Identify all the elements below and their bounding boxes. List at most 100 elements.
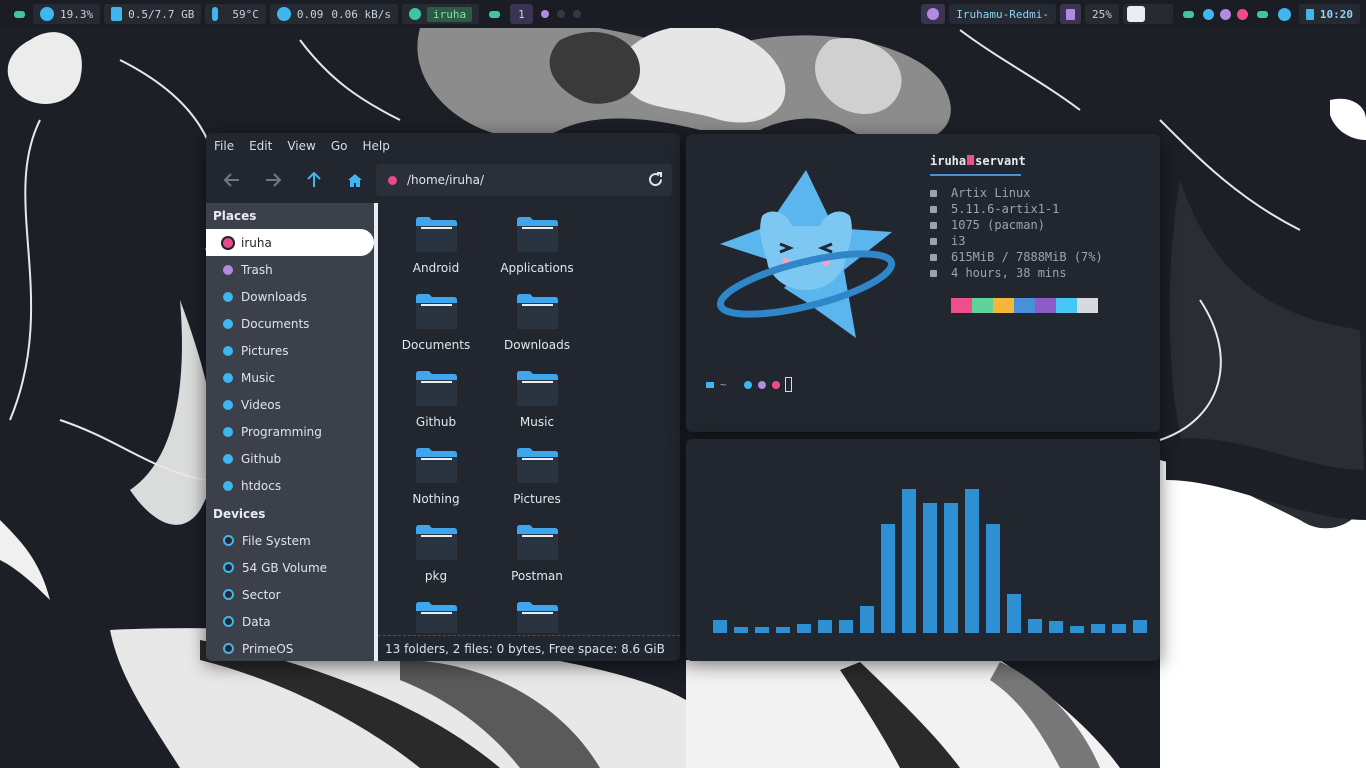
sidebar: Places iruha Trash Downloads Documents Pictu…	[206, 203, 374, 661]
device-item[interactable]: PrimeOS	[206, 635, 374, 661]
devices-list: File System 54 GB Volume Sector Data PrimeOS	[206, 527, 374, 661]
devices-heading: Devices	[213, 507, 266, 521]
sidebar-item-htdocs[interactable]: htdocs	[206, 472, 374, 499]
palette-swatch	[993, 298, 1014, 313]
folder-item[interactable]	[487, 601, 587, 633]
workspace-dot-3[interactable]	[572, 10, 581, 18]
wm-value: i3	[951, 234, 966, 248]
menu-edit[interactable]: Edit	[249, 139, 272, 153]
back-button[interactable]	[216, 166, 248, 194]
workspace-number: 1	[518, 7, 525, 21]
refresh-icon[interactable]	[648, 172, 663, 187]
folder-item[interactable]: Github	[386, 370, 486, 429]
sidebar-item-downloads[interactable]: Downloads	[206, 283, 374, 310]
folder-label: Postman	[511, 569, 563, 583]
power-icon[interactable]	[1277, 7, 1291, 21]
menu-view[interactable]: View	[287, 139, 315, 153]
color-dot-purple[interactable]	[1219, 8, 1231, 20]
color-dot-blue[interactable]	[1202, 8, 1214, 20]
phone-module[interactable]	[1122, 4, 1173, 24]
sidebar-item-trash[interactable]: Trash	[206, 256, 374, 283]
folder-item[interactable]: Nothing	[386, 447, 486, 506]
wifi-module[interactable]: Iruhamu-Redmi-	[949, 4, 1056, 24]
folder-item[interactable]: Android	[386, 216, 486, 275]
folder-item[interactable]	[386, 601, 486, 633]
folder-item[interactable]: Downloads	[487, 293, 587, 352]
visualizer-bar	[986, 524, 1000, 633]
workspace-dot-2[interactable]	[556, 10, 565, 18]
home-button[interactable]	[339, 166, 371, 194]
device-item[interactable]: Sector	[206, 581, 374, 608]
folder-label: Documents	[401, 338, 471, 352]
network-module[interactable]: 0.09 0.06 kB/s	[269, 4, 398, 24]
volume-button[interactable]	[1060, 4, 1081, 24]
memory-value: 615MiB / 7888MiB (7%)	[951, 250, 1103, 264]
device-item[interactable]: 54 GB Volume	[206, 554, 374, 581]
status-bar: 13 folders, 2 files: 0 bytes, Free space…	[378, 635, 680, 661]
forward-button[interactable]	[257, 166, 289, 194]
device-item[interactable]: File System	[206, 527, 374, 554]
thermometer-icon	[212, 7, 219, 21]
folder-item[interactable]: Pictures	[487, 447, 587, 506]
menu-help[interactable]: Help	[362, 139, 389, 153]
folder-item[interactable]: Postman	[487, 524, 587, 583]
home-icon	[348, 173, 362, 187]
file-manager-window[interactable]: File Edit View Go Help /home/iruha/ Plac…	[206, 133, 680, 661]
terminal-window[interactable]: iruha servant Artix Linux 5.11.6-artix1-1…	[686, 134, 1160, 432]
device-item[interactable]: Data	[206, 608, 374, 635]
folder-label: Github	[415, 415, 457, 429]
sidebar-item-label: Pictures	[241, 343, 289, 358]
up-button[interactable]	[298, 166, 330, 194]
places-list: iruha Trash Downloads Documents Pictures Musi…	[206, 229, 374, 499]
wallpaper	[0, 0, 1366, 768]
wifi-button[interactable]	[921, 4, 946, 24]
visualizer-bar	[1070, 626, 1084, 633]
sidebar-item-music[interactable]: Music	[206, 364, 374, 391]
visualizer-bar	[902, 489, 916, 633]
sidebar-item-programming[interactable]: Programming	[206, 418, 374, 445]
workspace-1-button[interactable]: 1	[510, 4, 533, 24]
sidebar-item-iruha[interactable]: iruha	[206, 229, 374, 256]
folder-item[interactable]: Music	[487, 370, 587, 429]
folder-label: pkg	[424, 569, 448, 583]
visualizer-bar	[734, 627, 748, 633]
shell-prompt[interactable]: ~	[706, 377, 792, 392]
palette-swatch	[930, 298, 951, 313]
folder-bullet-icon	[223, 399, 233, 410]
memory-module[interactable]: 0.5/7.7 GB	[104, 4, 202, 24]
sd-card-icon	[111, 7, 123, 21]
folder-item[interactable]: Documents	[386, 293, 486, 352]
palette-swatch	[1014, 298, 1035, 313]
folder-item[interactable]: Applications	[487, 216, 587, 275]
visualizer-bar	[1133, 620, 1147, 633]
sidebar-item-label: Videos	[241, 397, 281, 412]
sidebar-item-pictures[interactable]: Pictures	[206, 337, 374, 364]
clock-module[interactable]: 10:20	[1298, 4, 1360, 24]
sidebar-item-label: iruha	[241, 235, 272, 250]
folder-label: Downloads	[504, 338, 570, 352]
path-bar[interactable]: /home/iruha/	[376, 164, 672, 196]
sidebar-item-documents[interactable]: Documents	[206, 310, 374, 337]
folder-item[interactable]: pkg	[386, 524, 486, 583]
sidebar-item-videos[interactable]: Videos	[206, 391, 374, 418]
device-label: 54 GB Volume	[242, 560, 328, 575]
workspace-dot-1[interactable]	[540, 10, 549, 18]
cpu-module[interactable]: 19.3%	[33, 4, 101, 24]
sidebar-item-label: Programming	[241, 424, 322, 439]
menu-file[interactable]: File	[214, 139, 234, 153]
temperature-module[interactable]: 59°C	[205, 4, 266, 24]
terminal-host: servant	[975, 154, 1026, 168]
color-dot-pink[interactable]	[1236, 8, 1248, 20]
top-bar: 19.3% 0.5/7.7 GB 59°C 0.09 0.06 kB/s iru…	[0, 0, 1366, 28]
volume-module[interactable]: 25%	[1085, 4, 1119, 24]
at-symbol	[967, 155, 975, 165]
user-module[interactable]: iruha	[401, 4, 480, 24]
folder-icon	[415, 524, 457, 560]
sidebar-item-github[interactable]: Github	[206, 445, 374, 472]
visualizer-bar	[755, 627, 769, 633]
palette-swatch	[1035, 298, 1056, 313]
folder-bullet-icon	[223, 426, 233, 437]
folder-label: Android	[412, 261, 460, 275]
menu-go[interactable]: Go	[331, 139, 348, 153]
info-kernel: 5.11.6-artix1-1	[930, 202, 1059, 216]
